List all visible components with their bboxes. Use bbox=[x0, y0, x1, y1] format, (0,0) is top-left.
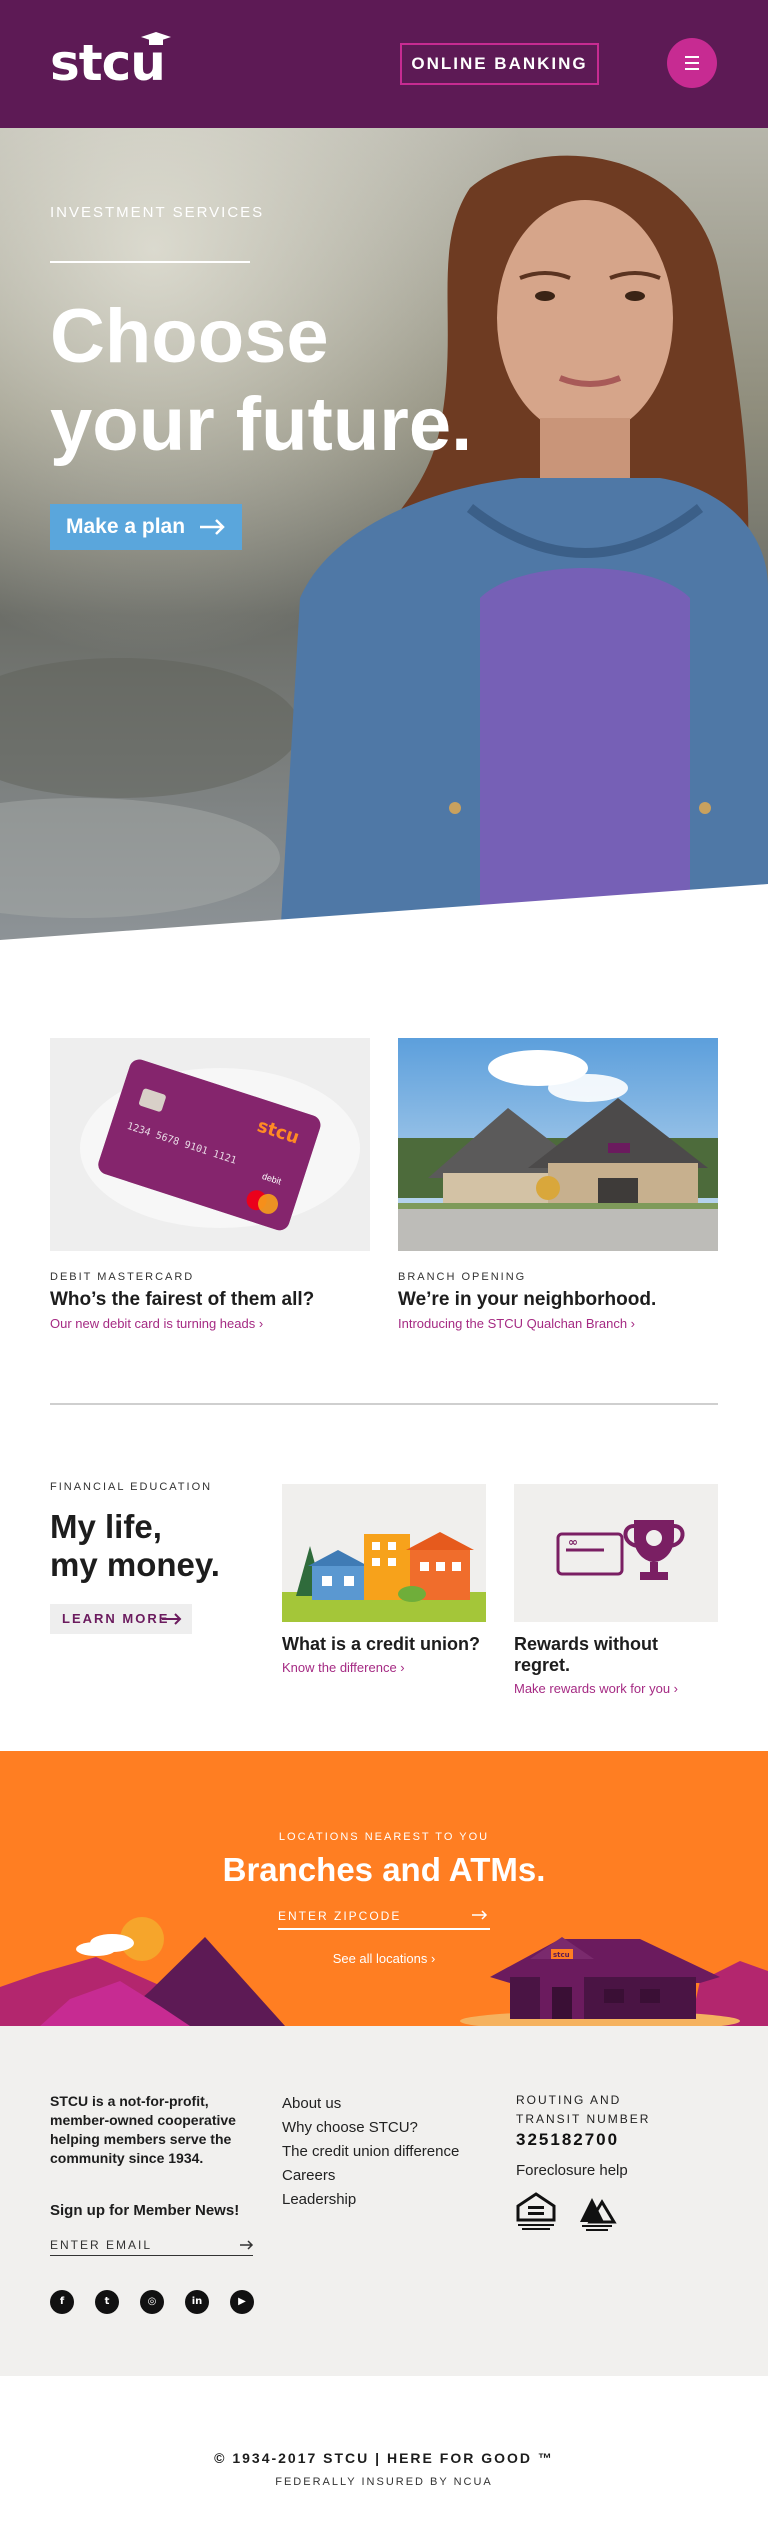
footer-links: About us Why choose STCU? The credit uni… bbox=[282, 2092, 459, 2212]
make-a-plan-label: Make a plan bbox=[66, 515, 186, 538]
education-title-line1: My life, bbox=[50, 1508, 162, 1545]
youtube-icon[interactable]: ▶ bbox=[230, 2290, 254, 2314]
learn-more-label: LEARN MORE bbox=[62, 1611, 170, 1626]
card-title[interactable]: What is a credit union? bbox=[282, 1634, 486, 1655]
stcu-logo[interactable]: stcu bbox=[50, 32, 171, 88]
hero-title-line2: your future. bbox=[50, 382, 473, 467]
education-eyebrow: FINANCIAL EDUCATION bbox=[50, 1481, 213, 1493]
branches-section: stcu LOCATIONS NEAREST TO YOU Branches a… bbox=[0, 1751, 768, 2026]
card-title[interactable]: We’re in your neighborhood. bbox=[398, 1289, 718, 1311]
ncua-text: FEDERALLY INSURED BY NCUA bbox=[275, 2476, 493, 2488]
make-a-plan-button[interactable]: Make a plan bbox=[50, 504, 242, 550]
twitter-icon[interactable]: t bbox=[95, 2290, 119, 2314]
hamburger-icon bbox=[685, 56, 699, 58]
routing-number: 325182700 bbox=[516, 2130, 620, 2149]
card-link[interactable]: Make rewards work for you › bbox=[514, 1681, 718, 1696]
credit-union-card[interactable]: What is a credit union? Know the differe… bbox=[282, 1484, 486, 1675]
hero-section: INVESTMENT SERVICES Choose your future. … bbox=[0, 128, 768, 940]
online-banking-button[interactable]: ONLINE BANKING bbox=[400, 43, 599, 85]
hero-title: Choose your future. bbox=[50, 293, 570, 469]
branch-photo bbox=[398, 1038, 718, 1251]
footer-link-difference[interactable]: The credit union difference bbox=[282, 2140, 459, 2164]
branches-title: Branches and ATMs. bbox=[222, 1851, 546, 1888]
town-illustration bbox=[282, 1484, 486, 1622]
card-title[interactable]: Rewards without regret. bbox=[514, 1634, 718, 1676]
rewards-illustration: ∞ bbox=[514, 1484, 718, 1622]
hamburger-icon-line bbox=[685, 62, 699, 64]
branches-eyebrow: LOCATIONS NEAREST TO YOU bbox=[278, 1831, 490, 1843]
see-all-locations-link[interactable]: See all locations › bbox=[0, 1951, 768, 1966]
debit-card-feature[interactable]: stcu 1234 5678 9101 1121 debit DEBIT MAS… bbox=[50, 1038, 370, 1331]
svg-text:∞: ∞ bbox=[568, 1535, 578, 1549]
education-title: My life, my money. bbox=[50, 1508, 220, 1584]
section-divider bbox=[50, 1403, 718, 1405]
menu-button[interactable] bbox=[667, 38, 717, 88]
site-header: stcu ONLINE BANKING bbox=[0, 0, 768, 128]
card-link[interactable]: Introducing the STCU Qualchan Branch › bbox=[398, 1316, 718, 1331]
facebook-icon[interactable]: f bbox=[50, 2290, 74, 2314]
footer-link-leadership[interactable]: Leadership bbox=[282, 2188, 459, 2212]
equal-housing-icon bbox=[516, 2192, 556, 2230]
routing-label: ROUTING AND TRANSIT NUMBER bbox=[516, 2093, 651, 2126]
education-title-line2: my money. bbox=[50, 1546, 220, 1583]
learn-more-button[interactable]: LEARN MORE bbox=[50, 1604, 192, 1634]
coop-icon bbox=[580, 2198, 617, 2231]
arrow-right-icon[interactable] bbox=[472, 1910, 488, 1920]
about-blurb: STCU is a not-for-profit, member-owned c… bbox=[50, 2093, 236, 2166]
card-eyebrow: BRANCH OPENING bbox=[398, 1271, 527, 1283]
hero-divider bbox=[50, 261, 250, 263]
legal-bar: © 1934-2017 STCU | HERE FOR GOOD ™ FEDER… bbox=[0, 2376, 768, 2542]
branch-opening-feature[interactable]: BRANCH OPENING We’re in your neighborhoo… bbox=[398, 1038, 718, 1331]
foreclosure-help-link[interactable]: Foreclosure help bbox=[516, 2162, 628, 2179]
email-field[interactable] bbox=[50, 2234, 253, 2256]
card-link[interactable]: Our new debit card is turning heads › bbox=[50, 1316, 370, 1331]
linkedin-icon[interactable]: in bbox=[185, 2290, 209, 2314]
newsletter-label: Sign up for Member News! bbox=[50, 2202, 240, 2219]
hamburger-icon-line bbox=[685, 68, 699, 70]
debit-card-image: stcu 1234 5678 9101 1121 debit bbox=[50, 1038, 370, 1251]
arrow-right-icon bbox=[162, 1613, 182, 1625]
zipcode-input[interactable] bbox=[278, 1908, 490, 1930]
instagram-icon[interactable]: ◎ bbox=[140, 2290, 164, 2314]
arrow-right-icon[interactable] bbox=[240, 2240, 254, 2250]
card-link[interactable]: Know the difference › bbox=[282, 1660, 486, 1675]
footer-link-careers[interactable]: Careers bbox=[282, 2164, 459, 2188]
graduation-cap-icon bbox=[140, 32, 171, 45]
footer-link-about[interactable]: About us bbox=[282, 2092, 459, 2116]
arrow-right-icon bbox=[200, 519, 225, 535]
hero-eyebrow: INVESTMENT SERVICES bbox=[50, 204, 265, 221]
hero-title-line1: Choose bbox=[50, 294, 329, 379]
site-footer: STCU is a not-for-profit, member-owned c… bbox=[0, 2026, 768, 2376]
card-title[interactable]: Who’s the fairest of them all? bbox=[50, 1289, 370, 1311]
rewards-card[interactable]: ∞ Rewards without regret. Make rewards w… bbox=[514, 1484, 718, 1696]
card-eyebrow: DEBIT MASTERCARD bbox=[50, 1271, 195, 1283]
footer-link-why-choose[interactable]: Why choose STCU? bbox=[282, 2116, 459, 2140]
copyright-text: © 1934-2017 STCU | HERE FOR GOOD ™ bbox=[214, 2450, 554, 2466]
